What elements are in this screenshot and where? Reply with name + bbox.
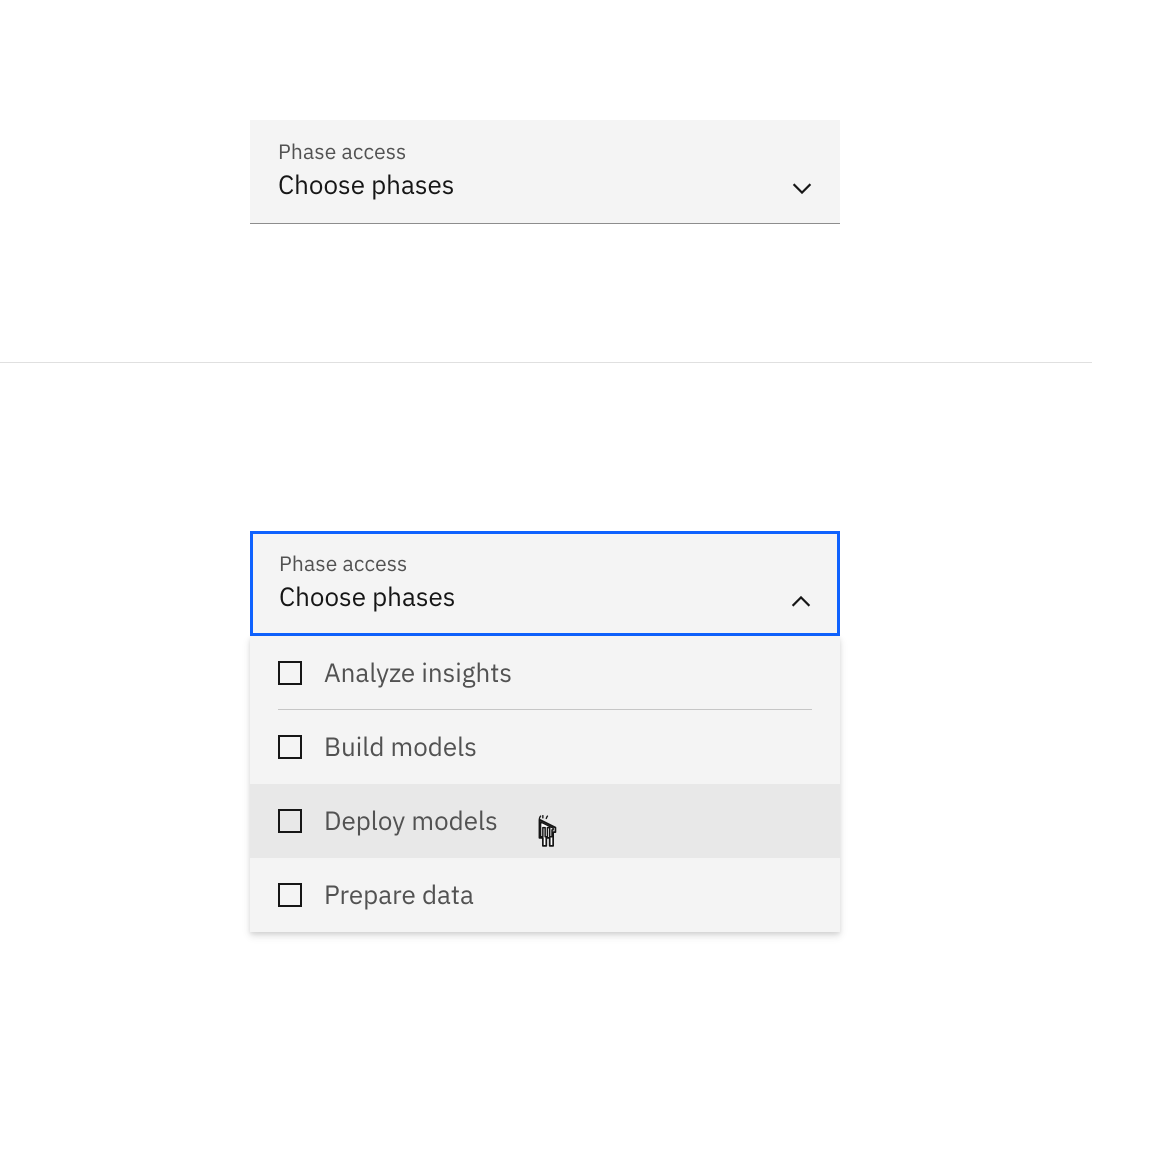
chevron-up-icon xyxy=(791,595,811,607)
dropdown-value: Choose phases xyxy=(279,581,455,615)
dropdown-text-group: Phase access Choose phases xyxy=(278,138,454,203)
dropdown-label: Phase access xyxy=(279,550,455,577)
chevron-down-icon xyxy=(792,183,812,195)
menu-item-analyze-insights[interactable]: Analyze insights xyxy=(250,636,840,710)
menu-item-label: Analyze insights xyxy=(324,656,512,690)
menu-item-label: Prepare data xyxy=(324,878,474,912)
phase-access-dropdown-closed[interactable]: Phase access Choose phases xyxy=(250,120,840,224)
dropdown-text-group: Phase access Choose phases xyxy=(279,550,455,615)
dropdown-label: Phase access xyxy=(278,138,454,165)
menu-item-prepare-data[interactable]: Prepare data xyxy=(250,858,840,932)
dropdown-menu: Analyze insights Build models Deploy mod… xyxy=(250,636,840,932)
dropdown-value: Choose phases xyxy=(278,169,454,203)
menu-item-deploy-models[interactable]: Deploy models xyxy=(250,784,840,858)
checkbox[interactable] xyxy=(278,735,302,759)
menu-item-label: Deploy models xyxy=(324,804,498,838)
section-divider xyxy=(0,362,1092,363)
menu-item-label: Build models xyxy=(324,730,477,764)
dropdown-open-header[interactable]: Phase access Choose phases xyxy=(250,531,840,636)
checkbox[interactable] xyxy=(278,661,302,685)
checkbox[interactable] xyxy=(278,883,302,907)
checkbox[interactable] xyxy=(278,809,302,833)
phase-access-dropdown-open: Phase access Choose phases Analyze insig… xyxy=(250,531,840,932)
menu-item-build-models[interactable]: Build models xyxy=(250,710,840,784)
